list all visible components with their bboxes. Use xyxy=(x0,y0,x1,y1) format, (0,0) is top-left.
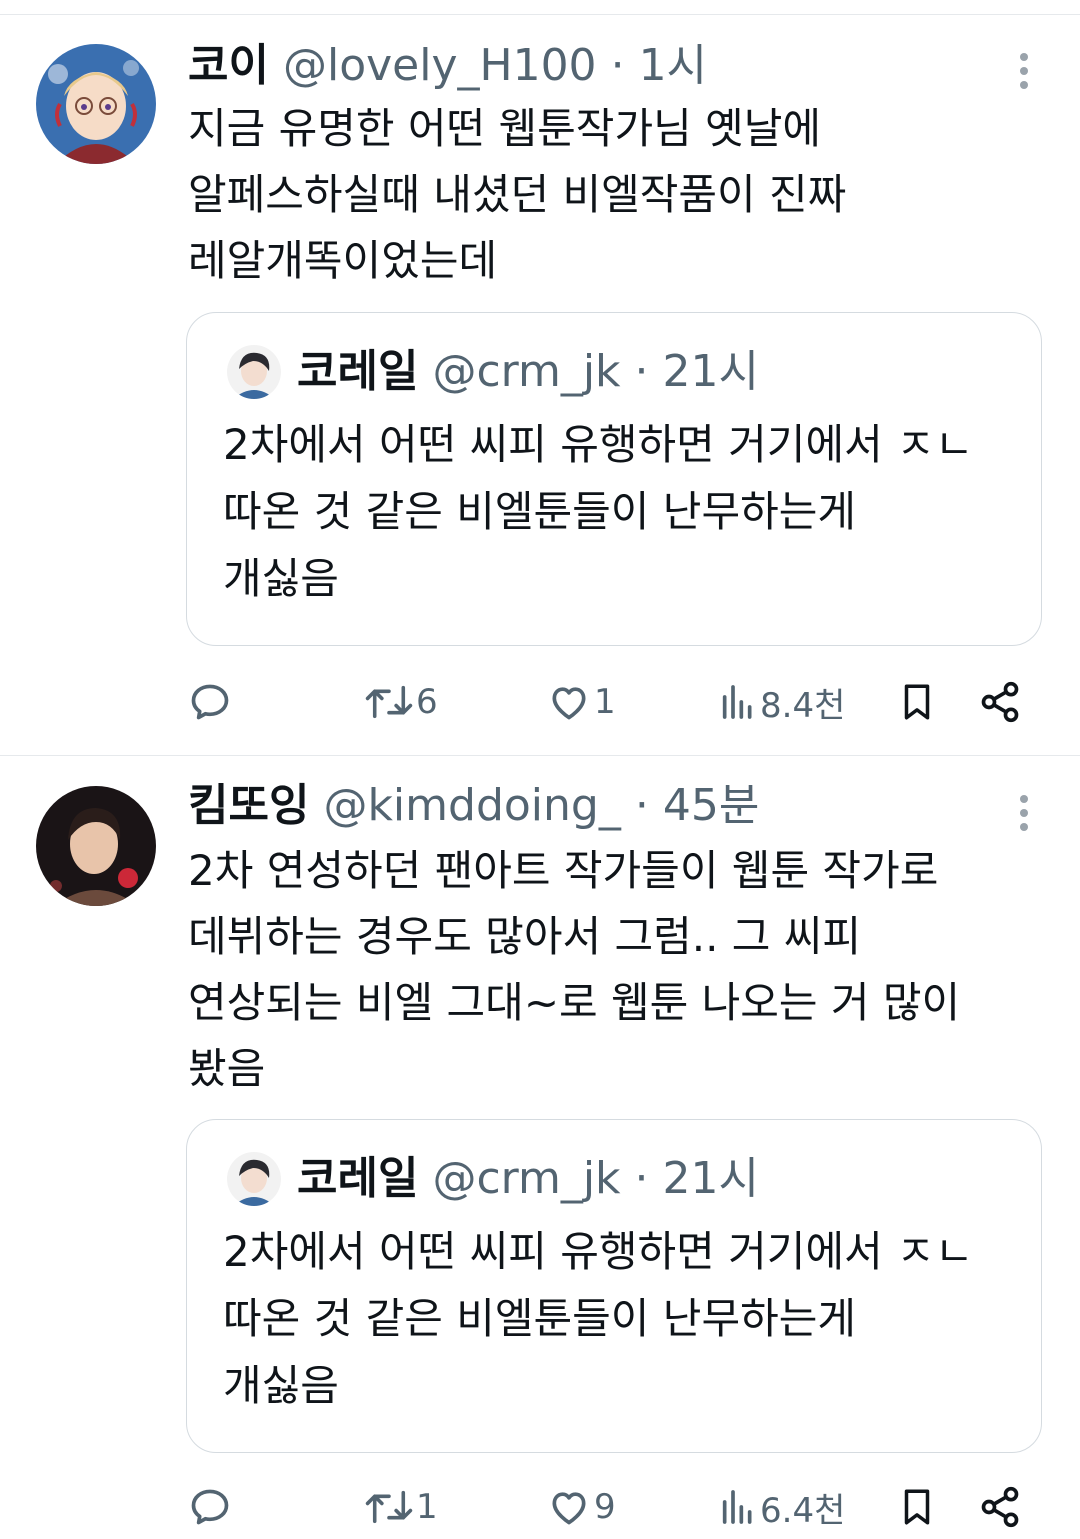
more-icon[interactable] xyxy=(1012,790,1036,834)
user-handle[interactable]: @lovely_H100 xyxy=(283,40,597,91)
bookmark-icon xyxy=(904,1489,930,1525)
like-count: 9 xyxy=(594,1487,616,1527)
display-name[interactable]: 킴또잉 xyxy=(188,780,309,831)
timestamp[interactable]: 45분 xyxy=(663,780,759,831)
tweet-divider xyxy=(0,755,1080,756)
like-button[interactable]: 1 xyxy=(546,672,616,732)
quoted-text-line: 2차에서 어떤 씨피 유행하면 거기에서 ㅈㄴ xyxy=(223,1227,974,1276)
quoted-text: 2차에서 어떤 씨피 유행하면 거기에서 ㅈㄴ 따온 것 같은 비엘툰들이 난무… xyxy=(223,1218,1013,1419)
quoted-text: 2차에서 어떤 씨피 유행하면 거기에서 ㅈㄴ 따온 것 같은 비엘툰들이 난무… xyxy=(223,411,1013,612)
share-icon xyxy=(981,1486,1019,1528)
views-button[interactable]: 6.4천 xyxy=(718,1477,845,1537)
quoted-text-line: 개싫음 xyxy=(223,1361,339,1410)
quoted-avatar[interactable] xyxy=(227,345,281,399)
quoted-display-name[interactable]: 코레일 xyxy=(297,346,418,397)
retweet-button[interactable]: 1 xyxy=(364,1477,438,1537)
tweet-text-line: 연상되는 비엘 그대~로 웹툰 나오는 거 많이 xyxy=(188,978,961,1027)
top-divider xyxy=(0,14,1080,15)
retweet-icon xyxy=(365,685,413,719)
quoted-header: 코레일 @crm_jk · 21시 xyxy=(297,343,759,401)
quoted-text-line: 따온 것 같은 비엘툰들이 난무하는게 xyxy=(223,487,857,536)
reply-icon xyxy=(191,1489,229,1525)
views-count: 6.4천 xyxy=(760,1490,846,1531)
share-icon xyxy=(981,681,1019,723)
quoted-tweet[interactable]: 코레일 @crm_jk · 21시 2차에서 어떤 씨피 유행하면 거기에서 ㅈ… xyxy=(186,312,1042,646)
separator-dot: · xyxy=(634,780,649,831)
tweet-text-line: 레알개똑이었는데 xyxy=(188,236,498,285)
reply-button[interactable] xyxy=(188,1477,234,1537)
views-count: 8.4천 xyxy=(760,685,846,726)
tweet-header: 킴또잉 @kimddoing_ · 45분 xyxy=(188,778,759,834)
like-icon xyxy=(552,687,586,720)
tweet-text-line: 봤음 xyxy=(188,1044,266,1093)
retweet-button[interactable]: 6 xyxy=(364,672,438,732)
quoted-timestamp[interactable]: 21시 xyxy=(663,346,759,397)
bookmark-button[interactable] xyxy=(896,1477,938,1537)
tweet-text: 지금 유명한 어떤 웹툰작가님 옛날에 알페스하실때 내셨던 비엘작품이 진짜 … xyxy=(188,96,1008,294)
share-button[interactable] xyxy=(978,1477,1022,1537)
quoted-text-line: 2차에서 어떤 씨피 유행하면 거기에서 ㅈㄴ xyxy=(223,420,974,469)
tweet-header: 코이 @lovely_H100 · 1시 xyxy=(188,38,707,94)
more-icon[interactable] xyxy=(1012,48,1036,92)
avatar[interactable] xyxy=(36,786,156,906)
separator-dot: · xyxy=(610,40,625,91)
tweet-text-line: 알페스하실때 내셨던 비엘작품이 진짜 xyxy=(188,170,847,219)
views-icon xyxy=(722,685,752,719)
action-bar: 6 1 8.4천 xyxy=(0,672,1080,732)
retweet-icon xyxy=(365,1490,413,1524)
avatar[interactable] xyxy=(36,44,156,164)
reply-icon xyxy=(191,684,229,720)
separator-dot: · xyxy=(634,1153,649,1204)
quoted-handle[interactable]: @crm_jk xyxy=(432,1153,620,1204)
quoted-display-name[interactable]: 코레일 xyxy=(297,1153,418,1204)
timestamp[interactable]: 1시 xyxy=(639,40,707,91)
views-icon xyxy=(722,1490,752,1524)
tweet-text-line: 지금 유명한 어떤 웹툰작가님 옛날에 xyxy=(188,104,822,153)
display-name[interactable]: 코이 xyxy=(188,40,269,91)
share-button[interactable] xyxy=(978,672,1022,732)
retweet-count: 6 xyxy=(416,682,438,722)
tweet-text: 2차 연성하던 팬아트 작가들이 웹툰 작가로 데뷔하는 경우도 많아서 그럼.… xyxy=(188,838,1008,1102)
action-bar: 1 9 6.4천 xyxy=(0,1477,1080,1537)
quoted-text-line: 따온 것 같은 비엘툰들이 난무하는게 xyxy=(223,1294,857,1343)
reply-button[interactable] xyxy=(188,672,234,732)
tweet-text-line: 데뷔하는 경우도 많아서 그럼.. 그 씨피 xyxy=(188,912,862,961)
quoted-timestamp[interactable]: 21시 xyxy=(663,1153,759,1204)
like-icon xyxy=(552,1492,586,1525)
user-handle[interactable]: @kimddoing_ xyxy=(323,780,620,831)
tweet-text-line: 2차 연성하던 팬아트 작가들이 웹툰 작가로 xyxy=(188,846,939,895)
quoted-tweet[interactable]: 코레일 @crm_jk · 21시 2차에서 어떤 씨피 유행하면 거기에서 ㅈ… xyxy=(186,1119,1042,1453)
quoted-handle[interactable]: @crm_jk xyxy=(432,346,620,397)
quoted-header: 코레일 @crm_jk · 21시 xyxy=(297,1150,759,1208)
quoted-text-line: 개싫음 xyxy=(223,554,339,603)
retweet-count: 1 xyxy=(416,1487,438,1527)
bookmark-button[interactable] xyxy=(896,672,938,732)
separator-dot: · xyxy=(634,346,649,397)
bookmark-icon xyxy=(904,684,930,720)
like-button[interactable]: 9 xyxy=(546,1477,616,1537)
like-count: 1 xyxy=(594,682,616,722)
quoted-avatar[interactable] xyxy=(227,1152,281,1206)
views-button[interactable]: 8.4천 xyxy=(718,672,845,732)
